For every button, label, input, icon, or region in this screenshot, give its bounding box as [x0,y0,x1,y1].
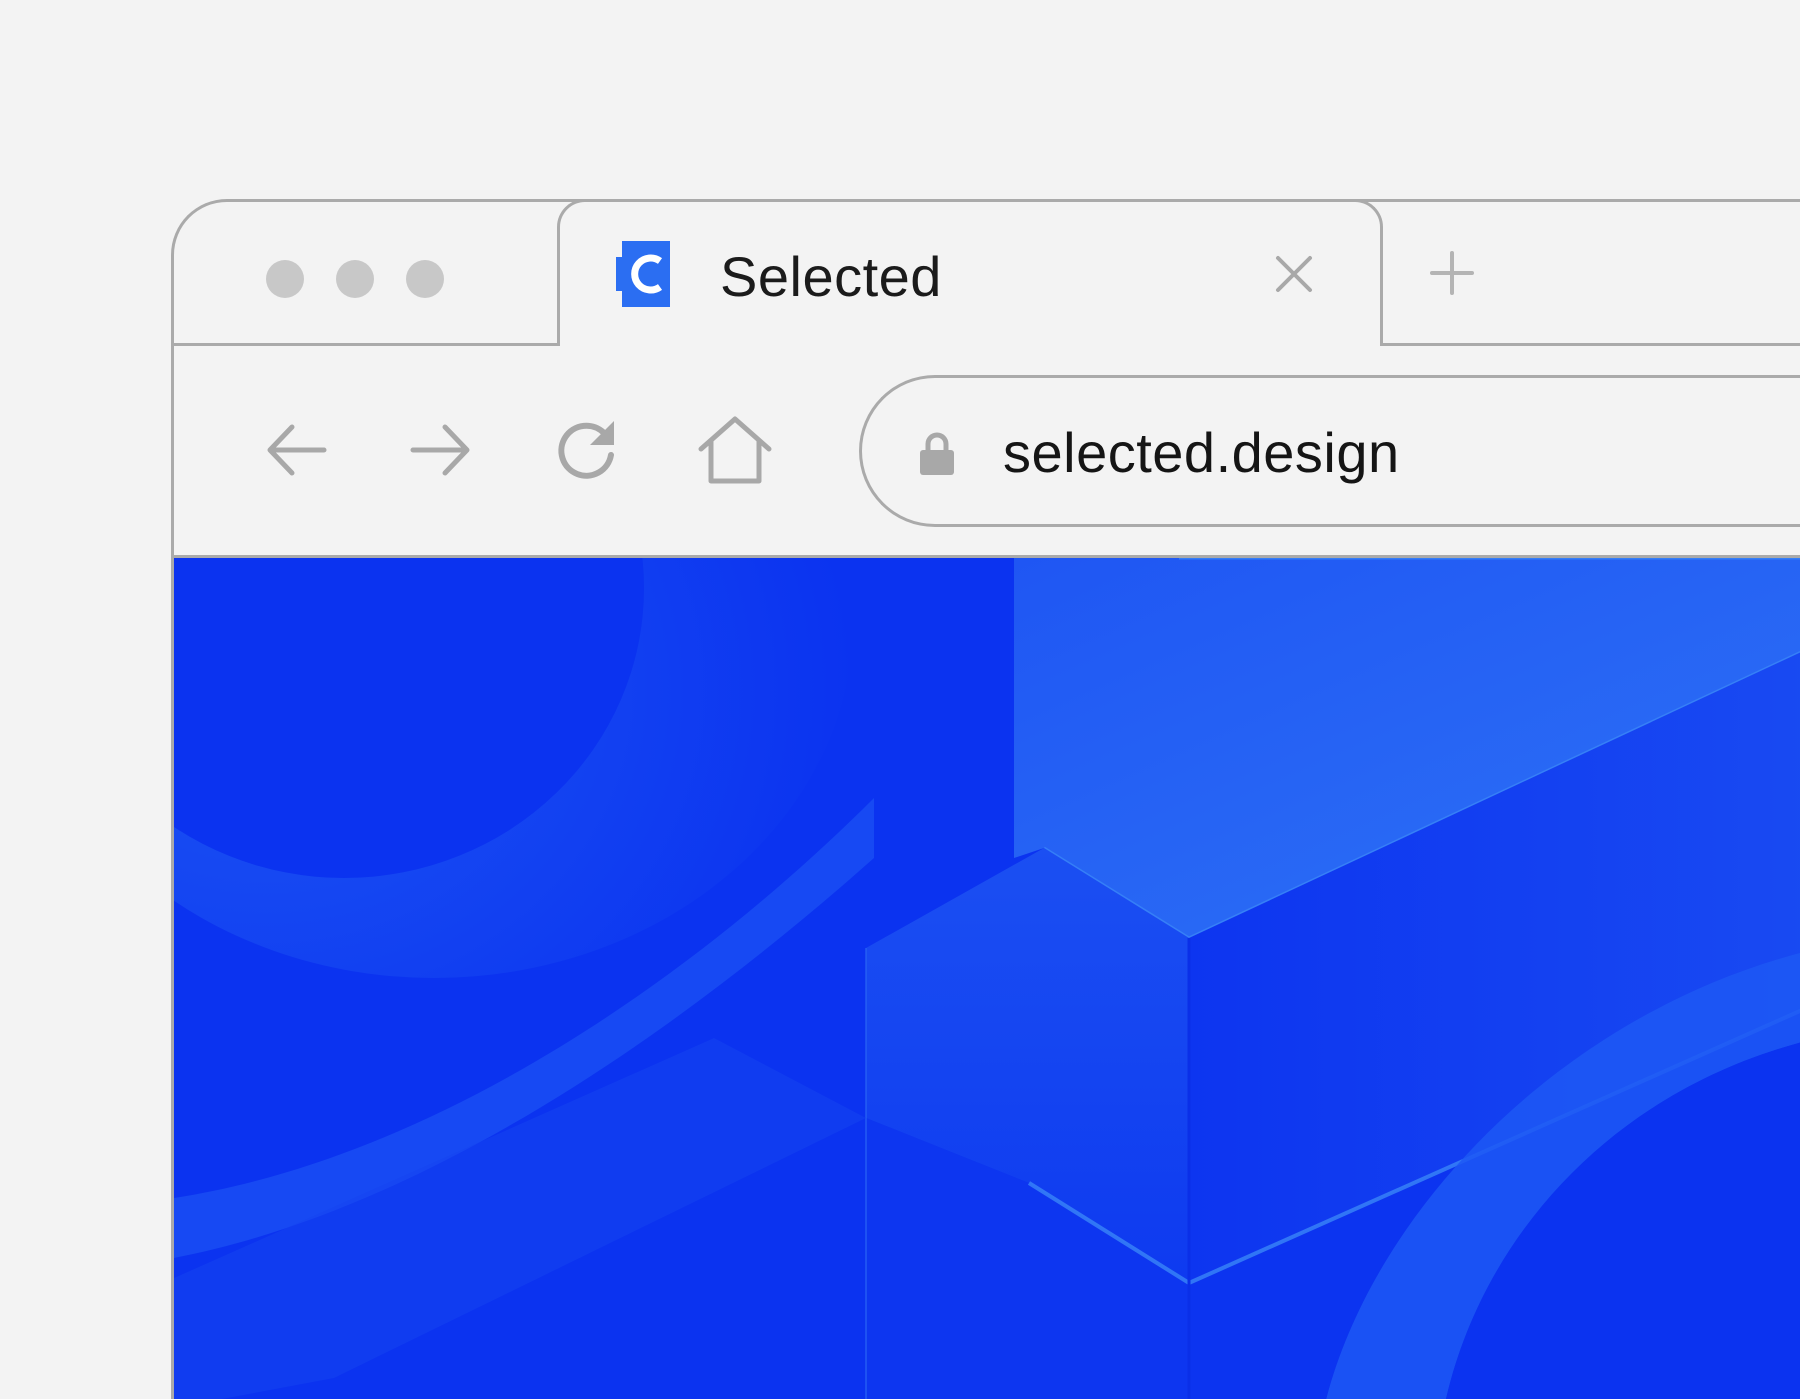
tab-active[interactable]: Selected [557,202,1383,346]
window-minimize-dot[interactable] [336,260,374,298]
address-url[interactable]: selected.design [1003,420,1400,485]
window-maximize-dot[interactable] [406,260,444,298]
window-controls [266,260,444,298]
browser-window: Selected selected.design [171,199,1800,1399]
close-icon[interactable] [1272,252,1316,296]
home-icon[interactable] [697,415,773,485]
page-hero-artwork [174,558,1800,1399]
hero-3d-shapes-image [174,558,1800,1399]
selected-logo-icon [616,241,670,307]
window-close-dot[interactable] [266,260,304,298]
arrow-right-icon[interactable] [407,415,475,485]
reload-icon[interactable] [552,415,620,485]
address-bar[interactable]: selected.design [859,375,1800,527]
tab-title: Selected [720,245,942,308]
lock-icon [920,432,954,475]
arrow-left-icon[interactable] [262,415,330,485]
plus-icon[interactable] [1429,250,1475,296]
